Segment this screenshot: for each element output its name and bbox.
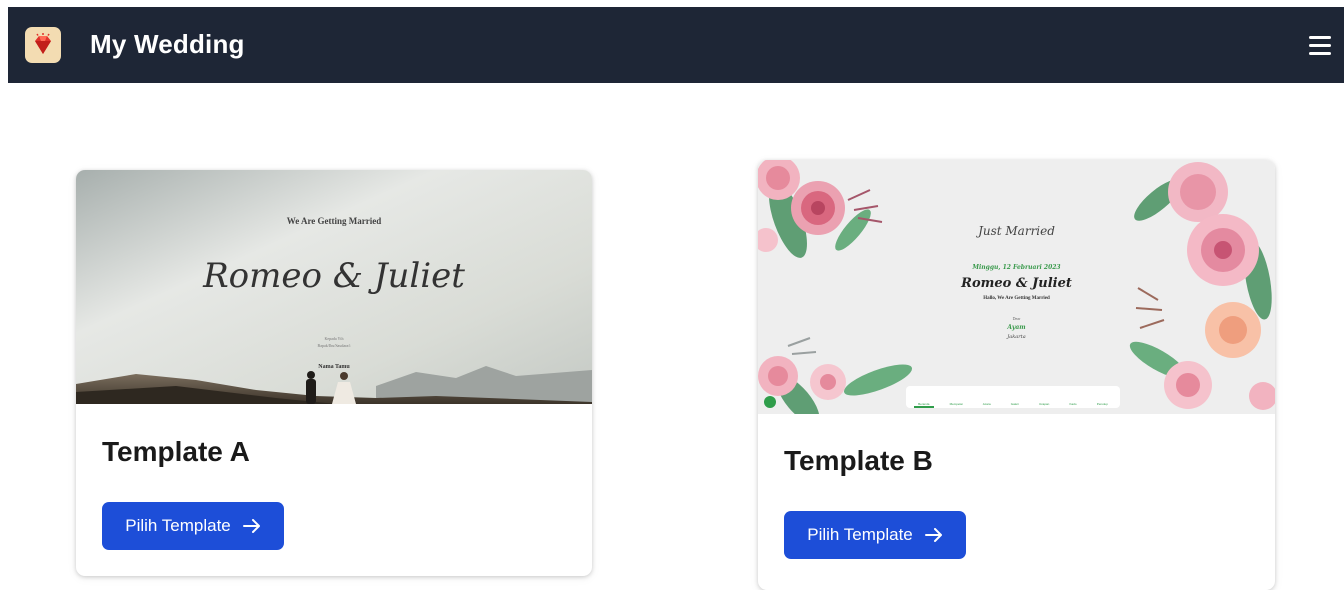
template-b-title: Template B: [784, 445, 933, 476]
brand-title[interactable]: My Wedding: [90, 29, 245, 60]
preview-bottom-nav: Beranda Mempelai Acara Galeri Ucapan Kad…: [908, 388, 1118, 406]
template-card-a: We Are Getting Married Romeo & Juliet Ke…: [76, 170, 592, 576]
template-b-preview[interactable]: Just Married Minggu, 12 Februari 2023 Ro…: [758, 160, 1275, 414]
preview-nav-item: Beranda: [918, 402, 930, 406]
preview-nav-item: Ucapan: [1038, 402, 1050, 406]
arrow-right-icon: [242, 519, 260, 533]
navbar: My Wedding: [8, 7, 1344, 83]
preview-line-2: Bapak/Ibu/Saudara/i: [317, 343, 351, 348]
brand-logo[interactable]: [25, 27, 61, 63]
arrow-right-icon: [924, 528, 942, 542]
preview-heading: We Are Getting Married: [286, 216, 382, 226]
preview-nav-item: Kado: [1069, 402, 1077, 406]
preview-nav-item: Galeri: [1010, 402, 1019, 406]
preview-nav-item: Acara: [982, 402, 991, 406]
hamburger-menu-icon[interactable]: [1307, 33, 1333, 57]
preview-names: Romeo & Juliet: [203, 256, 465, 296]
pick-template-b-button[interactable]: Pilih Template: [784, 511, 966, 559]
pick-button-label: Pilih Template: [807, 525, 913, 544]
preview-badge: Just Married: [978, 224, 1055, 238]
pick-template-a-button[interactable]: Pilih Template: [102, 502, 284, 550]
preview-names: Romeo & Juliet: [961, 276, 1072, 291]
preview-subtitle: Hallo, We Are Getting Married: [983, 296, 1050, 301]
preview-nav-item: Penutup: [1096, 402, 1108, 406]
template-card-b: Just Married Minggu, 12 Februari 2023 Ro…: [758, 160, 1275, 590]
preview-city: Jakarta: [1007, 334, 1026, 340]
preview-guest: Nama Tamu: [318, 364, 350, 370]
pick-button-label: Pilih Template: [125, 516, 231, 535]
preview-date: Minggu, 12 Februari 2023: [972, 264, 1061, 271]
diamond-icon: [35, 33, 51, 54]
preview-to: Dear: [1012, 316, 1021, 321]
template-a-title: Template A: [102, 436, 250, 467]
template-a-preview[interactable]: We Are Getting Married Romeo & Juliet Ke…: [76, 170, 592, 404]
preview-line-1: Kepada Yth: [324, 336, 344, 341]
preview-nav-item: Mempelai: [949, 402, 963, 406]
preview-guest: Ayam: [1007, 324, 1026, 331]
